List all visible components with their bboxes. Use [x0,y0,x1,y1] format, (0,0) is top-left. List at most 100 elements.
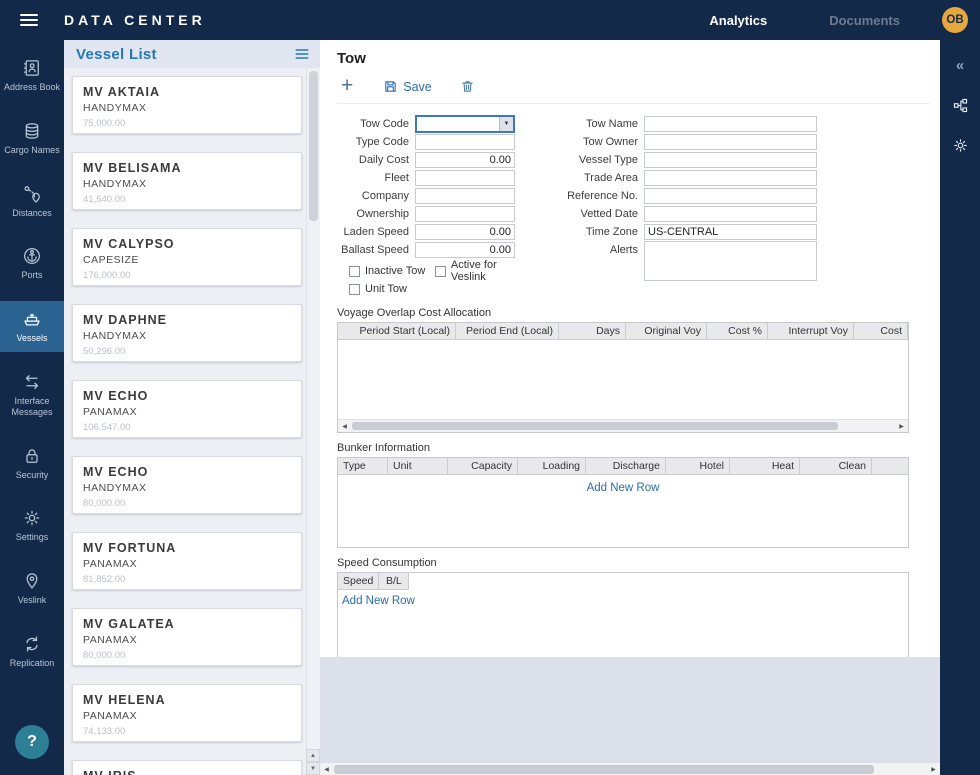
trade-area-input[interactable] [644,170,817,186]
vessel-card[interactable]: MV ECHOPANAMAX106,547.00 [72,380,302,438]
horizontal-scrollbar[interactable]: ◀ ▶ [320,762,940,775]
alerts-textarea[interactable] [644,241,817,281]
column-header-period-start-local[interactable]: Period Start (Local) [338,323,456,339]
unit-tow-checkbox[interactable]: Unit Tow [349,283,407,295]
ballast-speed-input[interactable] [415,242,515,258]
column-header-heat[interactable]: Heat [730,458,800,474]
reference-no-input[interactable] [644,188,817,204]
column-header-discharge[interactable]: Discharge [586,458,666,474]
checkbox-box[interactable] [435,266,446,277]
checkbox-area: Inactive TowActive for Veslink Unit Tow [337,262,515,298]
sidebar-item-cargo-names[interactable]: Cargo Names [0,113,64,164]
vessel-card[interactable]: MV AKTAIAHANDYMAX75,000.00 [72,76,302,134]
column-header-original-voy[interactable]: Original Voy [626,323,707,339]
help-button[interactable]: ? [15,725,49,759]
vessel-card[interactable]: MV CALYPSOCAPESIZE176,000.00 [72,228,302,286]
scrollbar-thumb[interactable] [352,422,838,430]
tow-name-input[interactable] [644,116,817,132]
org-chart-icon[interactable] [940,88,980,122]
checkbox-box[interactable] [349,266,360,277]
vessel-type-input[interactable] [644,152,817,168]
vertical-scrollbar[interactable] [306,68,320,749]
vessel-dwt: 75,000.00 [83,118,291,129]
list-menu-icon[interactable] [294,46,310,62]
column-header-loading[interactable]: Loading [518,458,586,474]
scroll-right-icon[interactable]: ▶ [895,420,908,433]
nav-analytics[interactable]: Analytics [709,13,767,28]
sidebar-item-interface-messages[interactable]: Interface Messages [0,364,64,426]
tow-code-label: Tow Code [337,118,415,130]
daily-cost-input[interactable] [415,152,515,168]
vetted-date-input[interactable] [644,206,817,222]
sidebar-item-distances[interactable]: Distances [0,176,64,227]
menu-icon[interactable] [0,11,52,29]
vetted-date-label: Vetted Date [559,208,644,220]
column-header-b-l[interactable]: B/L [379,573,409,590]
column-header-speed[interactable]: Speed [338,573,379,590]
table-header-row: TypeUnitCapacityLoadingDischargeHotelHea… [338,458,908,475]
inactive-tow-checkbox[interactable]: Inactive Tow [349,265,435,277]
vessel-card[interactable]: MV HELENAPANAMAX74,133.00 [72,684,302,742]
column-header-type[interactable]: Type [338,458,388,474]
fleet-label: Fleet [337,172,415,184]
fleet-input[interactable] [415,170,515,186]
vessel-type: PANAMAX [83,406,291,418]
add-new-row-link[interactable]: Add New Row [587,482,660,494]
tow-code-select[interactable]: ▼ [415,115,515,133]
column-header-cost[interactable]: Cost % [707,323,768,339]
checkbox-box[interactable] [349,284,360,295]
sidebar-item-address-book[interactable]: Address Book [0,50,64,101]
time-zone-input[interactable] [644,224,817,240]
sidebar-item-veslink[interactable]: Veslink [0,563,64,614]
delete-button[interactable] [460,79,475,94]
vessel-card[interactable]: MV FORTUNAPANAMAX81,852.00 [72,532,302,590]
sidebar-item-replication[interactable]: Replication [0,626,64,677]
column-header-clean[interactable]: Clean [800,458,872,474]
tow-owner-input[interactable] [644,134,817,150]
ownership-input[interactable] [415,206,515,222]
active-for-veslink-checkbox[interactable]: Active for Veslink [435,259,515,283]
vessel-card[interactable]: MV ECHOHANDYMAX80,000.00 [72,456,302,514]
scroll-left-icon[interactable]: ◀ [320,763,333,775]
vessel-name: MV AKTAIA [83,85,291,99]
vessel-dwt: 176,000.00 [83,270,291,281]
sidebar-item-ports[interactable]: Ports [0,238,64,289]
nav-documents[interactable]: Documents [829,13,900,28]
collapse-panel-icon[interactable]: « [940,48,980,82]
scroll-right-icon[interactable]: ▶ [927,763,940,775]
save-button[interactable]: Save [383,79,432,94]
vessel-card[interactable]: MV GALATEAPANAMAX80,000.00 [72,608,302,666]
scroll-up-icon[interactable]: ▲ [306,749,320,762]
column-header-cost[interactable]: Cost [854,323,908,339]
scrollbar-thumb[interactable] [334,765,874,774]
vessel-card[interactable]: MV IRIS [72,760,302,775]
dropdown-arrow-icon[interactable]: ▼ [499,117,513,131]
company-input[interactable] [415,188,515,204]
column-header-days[interactable]: Days [559,323,626,339]
column-header-period-end-local[interactable]: Period End (Local) [456,323,559,339]
column-header-hotel[interactable]: Hotel [666,458,730,474]
save-icon [383,79,398,94]
sidebar-item-settings[interactable]: Settings [0,500,64,551]
scroll-left-icon[interactable]: ◀ [338,420,351,433]
column-header-capacity[interactable]: Capacity [448,458,518,474]
speed-consumption-section: Speed Consumption SpeedB/L Add New Row [337,557,930,657]
vessel-card[interactable]: MV BELISAMAHANDYMAX41,540.00 [72,152,302,210]
form-left-column: Tow Code▼Type CodeDaily CostFleetCompany… [337,115,515,298]
scroll-down-icon[interactable]: ▼ [306,762,320,775]
add-new-row-link[interactable]: Add New Row [342,595,415,607]
type-code-input[interactable] [415,134,515,150]
add-button[interactable]: + [341,75,353,98]
sidebar-item-security[interactable]: Security [0,438,64,489]
column-header-unit[interactable]: Unit [388,458,448,474]
table-horizontal-scrollbar[interactable]: ◀ ▶ [338,419,908,432]
column-header-interrupt-voy[interactable]: Interrupt Voy [768,323,854,339]
vessel-card[interactable]: MV DAPHNEHANDYMAX50,296.00 [72,304,302,362]
scrollbar-thumb[interactable] [309,71,318,221]
sidebar-item-vessels[interactable]: Vessels [0,301,64,352]
address-book-icon [22,58,42,78]
laden-speed-input[interactable] [415,224,515,240]
user-avatar[interactable]: OB [942,7,968,33]
tow-code-input[interactable] [417,117,499,131]
gear-icon[interactable] [940,128,980,162]
